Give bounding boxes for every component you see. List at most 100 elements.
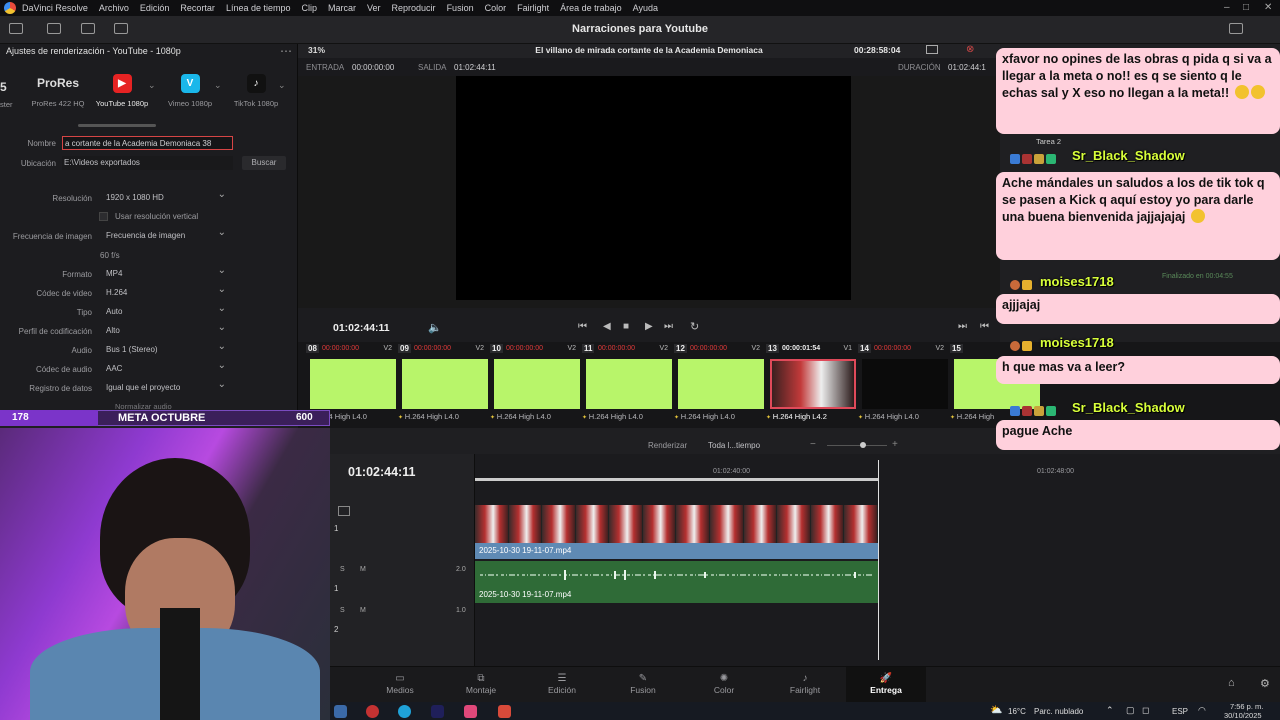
taskbar-app-icon[interactable] <box>498 705 511 718</box>
clip-item-active[interactable]: 13 00:00:01:54 V1 H.264 High L4.2 <box>764 342 856 428</box>
solo-button[interactable]: S <box>340 607 345 614</box>
clip-thumbnail[interactable] <box>770 359 856 409</box>
loop-icon[interactable]: ↻ <box>690 320 699 333</box>
page-tab-medios[interactable]: ▭ Medios <box>360 667 440 703</box>
audio-select[interactable]: Bus 1 (Stereo) <box>102 340 232 356</box>
zoom-slider-handle[interactable] <box>860 442 866 448</box>
zoom-slider[interactable] <box>827 445 887 446</box>
video-track-icon[interactable] <box>338 506 350 516</box>
zoom-in-icon[interactable]: + <box>892 439 898 450</box>
volume-icon[interactable]: ◻ <box>1142 705 1149 716</box>
volume-icon[interactable]: 🔈 <box>428 321 442 334</box>
more-options-icon[interactable]: ⋯ <box>280 44 292 58</box>
menu-reproducir[interactable]: Reproducir <box>392 3 436 13</box>
gear-icon[interactable]: ⚙ <box>1260 677 1270 690</box>
tiktok-studio-icon[interactable] <box>464 705 477 718</box>
playhead[interactable] <box>878 460 879 660</box>
maximize-icon[interactable]: □ <box>1243 2 1249 13</box>
next-clip-icon[interactable]: ⏭ <box>958 321 967 332</box>
network-icon[interactable]: ▢ <box>1126 705 1135 716</box>
preset-prores[interactable]: ProRes ProRes 422 HQ <box>28 74 88 108</box>
preset-tiktok[interactable]: ♪ TikTok 1080p <box>226 74 286 108</box>
clock-time[interactable]: 7:56 p. m. <box>1230 702 1263 711</box>
menu-fusion[interactable]: Fusion <box>447 3 474 13</box>
registro-select[interactable]: Igual que el proyecto <box>102 378 232 394</box>
play-reverse-icon[interactable]: ◀ <box>603 321 611 332</box>
clip-item[interactable]: 10 00:00:00:00 V2 H.264 High L4.0 <box>488 342 580 428</box>
premiere-icon[interactable] <box>431 705 444 718</box>
menu-recortar[interactable]: Recortar <box>180 3 215 13</box>
audio-clip-name[interactable]: 2025-10-30 19-11-07.mp4 <box>475 588 878 601</box>
perfil-select[interactable]: Alto <box>102 321 232 337</box>
language-indicator[interactable]: ESP <box>1172 707 1188 716</box>
clip-thumbnail[interactable] <box>310 359 396 409</box>
page-tab-montaje[interactable]: ⧉ Montaje <box>441 667 521 703</box>
chevron-down-icon[interactable]: ⌄ <box>148 80 156 91</box>
go-to-start-icon[interactable]: ⏮ <box>578 321 587 332</box>
page-tab-color[interactable]: ✺ Color <box>684 667 764 703</box>
tray-chevron-icon[interactable]: ⌃ <box>1106 705 1114 716</box>
go-to-end-icon[interactable]: ⏭ <box>664 321 673 332</box>
obs-icon[interactable] <box>366 705 379 718</box>
frecuencia-select[interactable]: Frecuencia de imagen <box>102 226 232 242</box>
menu-linea-tiempo[interactable]: Línea de tiempo <box>226 3 291 13</box>
menu-marcar[interactable]: Marcar <box>328 3 356 13</box>
renderizar-select[interactable]: Toda l...tiempo <box>708 441 760 450</box>
codec-audio-select[interactable]: AAC <box>102 359 232 375</box>
video-preview[interactable] <box>456 76 851 300</box>
vertical-checkbox[interactable] <box>99 212 108 221</box>
page-tab-fusion[interactable]: ✎ Fusion <box>603 667 683 703</box>
bypass-icon[interactable]: ⊗ <box>966 44 974 55</box>
play-icon[interactable]: ▶ <box>645 321 653 332</box>
stop-icon[interactable]: ■ <box>623 321 629 332</box>
home-icon[interactable]: ⌂ <box>1228 677 1235 689</box>
zoom-out-icon[interactable]: − <box>810 439 816 450</box>
chevron-down-icon[interactable]: ⌄ <box>214 80 222 91</box>
menu-archivo[interactable]: Archivo <box>99 3 129 13</box>
menu-clip[interactable]: Clip <box>301 3 317 13</box>
clip-item[interactable]: 11 00:00:00:00 V2 H.264 High L4.0 <box>580 342 672 428</box>
menu-color[interactable]: Color <box>485 3 507 13</box>
clip-item[interactable]: 12 00:00:00:00 V2 H.264 High L4.0 <box>672 342 764 428</box>
clock-date[interactable]: 30/10/2025 <box>1224 711 1262 720</box>
video-clip[interactable] <box>475 505 878 543</box>
clip-thumbnail[interactable] <box>678 359 764 409</box>
taskbar-app-icon[interactable] <box>334 705 347 718</box>
page-tab-fairlight[interactable]: ♪ Fairlight <box>765 667 845 703</box>
wifi-icon[interactable]: ◠ <box>1198 705 1206 716</box>
minimize-icon[interactable]: – <box>1224 2 1230 13</box>
resolucion-select[interactable]: 1920 x 1080 HD <box>102 188 232 204</box>
clip-thumbnail[interactable] <box>862 359 948 409</box>
ubicacion-input[interactable]: E:\Videos exportados <box>62 156 233 170</box>
close-icon[interactable]: ✕ <box>1264 2 1272 13</box>
nombre-input[interactable]: a cortante de la Academia Demoniaca 38 <box>62 136 233 150</box>
clip-item[interactable]: 09 00:00:00:00 V2 H.264 High L4.0 <box>396 342 488 428</box>
preset-vimeo[interactable]: V Vimeo 1080p <box>160 74 220 108</box>
formato-select[interactable]: MP4 <box>102 264 232 280</box>
solo-button[interactable]: S <box>340 566 345 573</box>
tipo-select[interactable]: Auto <box>102 302 232 318</box>
preset-scrollbar[interactable] <box>78 124 156 127</box>
prev-clip-icon[interactable]: ⏮ <box>980 321 989 332</box>
salida-value[interactable]: 01:02:44:11 <box>454 63 496 72</box>
buscar-button[interactable]: Buscar <box>242 156 286 170</box>
edge-icon[interactable] <box>398 705 411 718</box>
codec-video-select[interactable]: H.264 <box>102 283 232 299</box>
viewer-scrubber[interactable] <box>298 308 1000 316</box>
page-tab-edicion[interactable]: ☰ Edición <box>522 667 602 703</box>
menu-edicion[interactable]: Edición <box>140 3 170 13</box>
mute-button[interactable]: M <box>360 607 366 614</box>
monitor-icon[interactable] <box>926 45 938 54</box>
preset-youtube[interactable]: ▶ YouTube 1080p <box>92 74 152 108</box>
menu-area-trabajo[interactable]: Área de trabajo <box>560 3 622 13</box>
entrada-value[interactable]: 00:00:00:00 <box>352 63 394 72</box>
video-clip-name[interactable]: 2025-10-30 19-11-07.mp4 <box>475 543 878 559</box>
menu-ayuda[interactable]: Ayuda <box>633 3 658 13</box>
clip-thumbnail[interactable] <box>402 359 488 409</box>
clip-thumbnail[interactable] <box>494 359 580 409</box>
menu-ver[interactable]: Ver <box>367 3 381 13</box>
menu-fairlight[interactable]: Fairlight <box>517 3 549 13</box>
clip-item[interactable]: 14 00:00:00:00 V2 H.264 High L4.0 <box>856 342 948 428</box>
page-tab-entrega[interactable]: 🚀 Entrega <box>846 667 926 703</box>
mute-button[interactable]: M <box>360 566 366 573</box>
